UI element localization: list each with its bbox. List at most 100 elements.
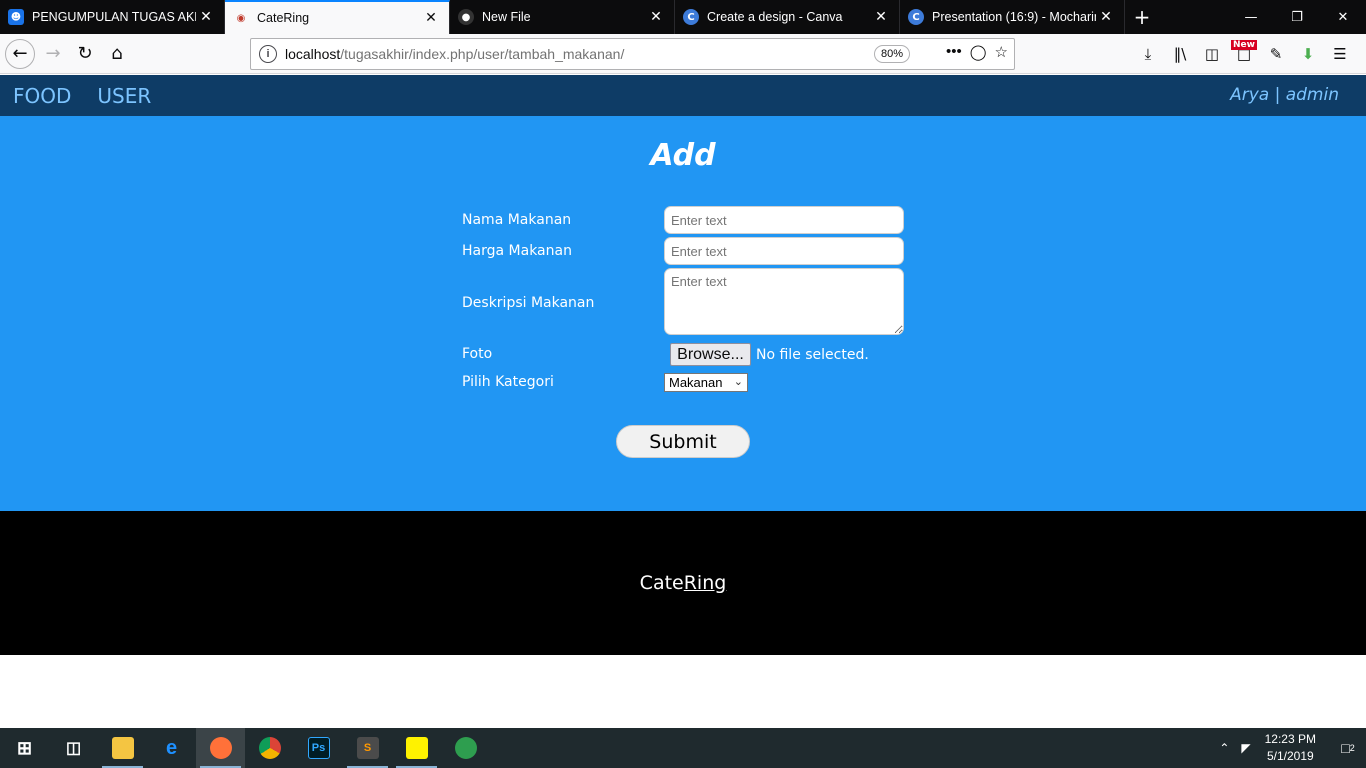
footer-brand: CateRing	[0, 572, 1366, 594]
classroom-icon: ☻	[8, 9, 24, 25]
sidebar-icon[interactable]: ◫	[1199, 38, 1225, 70]
info-icon[interactable]: i	[259, 45, 277, 63]
download-helper-icon[interactable]: ⬇	[1295, 38, 1321, 70]
user-info[interactable]: Arya | admin	[1230, 85, 1339, 105]
extension-new-icon[interactable]: New □	[1231, 38, 1257, 70]
firefox-icon	[209, 737, 232, 759]
new-tab-button[interactable]: +	[1125, 0, 1159, 34]
file-status-text: No file selected.	[756, 347, 869, 363]
canva-icon: C	[683, 9, 699, 25]
home-icon: ⌂	[111, 43, 123, 64]
harga-makanan-input[interactable]	[664, 237, 904, 265]
brand-part-ring[interactable]: Ring	[684, 572, 727, 594]
task-view-button[interactable]: ◫	[49, 728, 98, 768]
tab-title: PENGUMPULAN TUGAS AKHIR	[32, 10, 196, 24]
windows-taskbar: ⊞ ◫ e Ps S ⌃ ◤ 12:23 PM 5/1/2019 □ 2	[0, 728, 1366, 768]
nama-makanan-input[interactable]	[664, 206, 904, 234]
start-button[interactable]: ⊞	[0, 728, 49, 768]
tab-presentation[interactable]: C Presentation (16:9) - Mocharint ✕	[900, 0, 1125, 34]
globe-app-button[interactable]	[441, 728, 490, 768]
chevron-up-icon[interactable]: ⌃	[1219, 741, 1229, 755]
arrow-left-icon: ←	[12, 43, 28, 64]
close-icon[interactable]: ✕	[196, 9, 216, 25]
close-icon[interactable]: ✕	[421, 10, 441, 26]
form-title: Add	[650, 138, 716, 173]
reload-icon: ↻	[77, 43, 93, 64]
tab-title: New File	[482, 10, 531, 24]
edge-button[interactable]: e	[147, 728, 196, 768]
clock-date: 5/1/2019	[1266, 749, 1314, 763]
forward-button[interactable]: →	[37, 38, 69, 70]
close-icon[interactable]: ✕	[871, 9, 891, 25]
site-footer: CateRing	[0, 511, 1366, 655]
home-button[interactable]: ⌂	[101, 38, 133, 70]
sticky-notes-button[interactable]	[392, 728, 441, 768]
back-button[interactable]: ←	[5, 38, 35, 69]
catering-icon: ◉	[233, 10, 249, 26]
zoom-indicator[interactable]: 80%	[873, 45, 910, 63]
library-icon[interactable]: ‖\	[1167, 38, 1193, 70]
pocket-icon[interactable]: ◯	[970, 43, 987, 61]
tab-title: Create a design - Canva	[707, 10, 843, 24]
clock[interactable]: 12:23 PM 5/1/2019	[1265, 731, 1316, 765]
github-icon: ●	[458, 9, 474, 25]
kategori-selected-value: Makanan	[669, 375, 723, 390]
harga-makanan-label: Harga Makanan	[462, 243, 572, 259]
clock-time: 12:23 PM	[1264, 732, 1316, 746]
chrome-button[interactable]	[245, 728, 294, 768]
tab-title: Presentation (16:9) - Mocharint	[932, 10, 1096, 24]
task-view-icon: ◫	[65, 740, 82, 757]
bookmark-star-icon[interactable]: ☆	[995, 43, 1008, 61]
add-food-form-section: Add Nama Makanan Harga Makanan Deskripsi…	[0, 116, 1366, 511]
browse-file-button[interactable]: Browse...	[670, 343, 751, 366]
photoshop-icon: Ps	[307, 737, 330, 759]
firefox-button[interactable]	[196, 728, 245, 768]
foto-label: Foto	[462, 346, 493, 362]
chrome-icon	[258, 737, 281, 759]
file-explorer-button[interactable]	[98, 728, 147, 768]
wifi-icon[interactable]: ◤	[1241, 741, 1250, 755]
url-host: localhost	[285, 46, 341, 62]
tab-canva-design[interactable]: C Create a design - Canva ✕	[675, 0, 900, 34]
nav-user-link[interactable]: USER	[97, 84, 151, 108]
photoshop-button[interactable]: Ps	[294, 728, 343, 768]
window-controls: — ❐ ✕	[1228, 0, 1366, 34]
url-bar[interactable]: i localhost/tugasakhir/index.php/user/ta…	[250, 38, 1015, 70]
url-path: /tugasakhir/index.php/user/tambah_makana…	[340, 46, 625, 62]
tab-title: CateRing	[257, 11, 310, 25]
windows-logo-icon: ⊞	[16, 737, 33, 758]
pilih-kategori-label: Pilih Kategori	[462, 374, 554, 390]
reload-button[interactable]: ↻	[69, 38, 101, 70]
url-actions: ••• ◯ ☆	[946, 43, 1008, 61]
new-badge: New	[1231, 40, 1257, 50]
toolbar-icons: ⤓ ‖\ ◫ New □ ✎ ⬇ ☰	[1135, 38, 1353, 70]
restore-button[interactable]: ❐	[1274, 0, 1320, 34]
more-actions-icon[interactable]: •••	[946, 43, 962, 61]
notification-count: 2	[1349, 743, 1355, 753]
browser-nav-bar: ← → ↻ ⌂ i localhost/tugasakhir/index.php…	[0, 34, 1366, 74]
tab-pengumpulan[interactable]: ☻ PENGUMPULAN TUGAS AKHIR ✕	[0, 0, 225, 34]
close-window-button[interactable]: ✕	[1320, 0, 1366, 34]
submit-button[interactable]: Submit	[616, 425, 750, 458]
kategori-select[interactable]: Makanan ⌄	[664, 373, 748, 392]
tab-new-file[interactable]: ● New File ✕	[450, 0, 675, 34]
download-icon[interactable]: ⤓	[1135, 38, 1161, 70]
brand-part-cate: Cate	[639, 572, 684, 594]
deskripsi-makanan-textarea[interactable]	[664, 268, 904, 335]
sublime-button[interactable]: S	[343, 728, 392, 768]
arrow-right-icon: →	[45, 43, 61, 64]
globe-icon	[454, 737, 477, 759]
tab-catering[interactable]: ◉ CateRing ✕	[225, 0, 450, 34]
eyedropper-icon[interactable]: ✎	[1263, 38, 1289, 70]
system-tray: ⌃ ◤ 12:23 PM 5/1/2019 □ 2	[1219, 728, 1366, 768]
close-icon[interactable]: ✕	[1096, 9, 1116, 25]
nav-food-link[interactable]: FOOD	[13, 84, 71, 108]
site-nav: FOOD USER	[0, 84, 164, 108]
sticky-notes-icon	[405, 737, 428, 759]
close-icon[interactable]: ✕	[646, 9, 666, 25]
notification-center-button[interactable]: □ 2	[1330, 728, 1366, 768]
menu-icon[interactable]: ☰	[1327, 38, 1353, 70]
site-header: FOOD USER Arya | admin	[0, 75, 1366, 116]
sublime-text-icon: S	[356, 737, 379, 759]
minimize-button[interactable]: —	[1228, 0, 1274, 34]
